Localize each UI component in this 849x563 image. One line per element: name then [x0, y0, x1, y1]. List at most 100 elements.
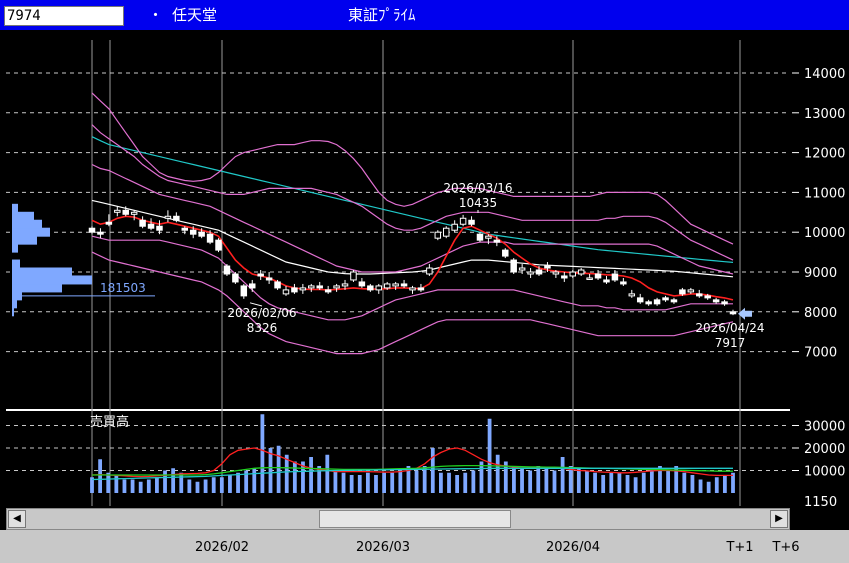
candle-body — [97, 231, 104, 235]
volume-profile-bar — [12, 259, 20, 269]
x-tick-label: T+1 — [726, 540, 754, 555]
volume-bar — [187, 479, 192, 493]
bollinger-bands — [91, 92, 734, 355]
volume-bar — [430, 448, 435, 493]
candle-body — [198, 231, 205, 237]
volume-ma-red-line — [91, 447, 733, 478]
candle-body — [721, 301, 728, 305]
candle-body — [156, 225, 163, 231]
volume-bar — [349, 475, 354, 493]
volume-tick-label: 20000 — [804, 442, 845, 457]
volume-bar — [390, 472, 395, 493]
candle-body — [350, 271, 357, 281]
candle-body — [569, 271, 576, 277]
volume-bar — [422, 466, 427, 493]
price-tick-label: 7000 — [804, 346, 837, 361]
stock-code-field[interactable]: 7974 — [4, 6, 124, 26]
volume-bar — [520, 468, 524, 493]
candle-body — [232, 273, 239, 283]
volume-bar — [495, 454, 500, 493]
volume-bar — [309, 457, 313, 493]
volume-bar — [325, 454, 330, 493]
volume-bar — [706, 481, 711, 493]
volume-bar — [252, 468, 257, 493]
candle-body — [400, 283, 408, 287]
candle-body — [485, 235, 492, 239]
volume-bar — [617, 472, 622, 493]
volume-bar — [333, 470, 338, 493]
candle-body — [316, 285, 323, 289]
price-tick-label: 10000 — [804, 226, 845, 241]
volume-bar — [439, 472, 443, 493]
candle-body — [291, 287, 298, 293]
candle-body — [249, 283, 256, 289]
annotation-date: 2026/03/16 — [443, 181, 512, 195]
volume-bar — [487, 418, 492, 493]
volume-profile-bar — [12, 235, 37, 245]
candle-body — [527, 271, 534, 275]
title-bullet: ・ — [148, 6, 164, 24]
candle-body — [518, 267, 526, 271]
volume-bar — [171, 468, 176, 493]
volume-bar — [690, 475, 695, 493]
volume-bar — [365, 472, 370, 493]
scroll-left-button[interactable]: ◀ — [8, 510, 26, 528]
candle-body — [476, 233, 484, 241]
volume-bar — [585, 470, 589, 493]
candle-body — [341, 283, 349, 287]
candle-body — [468, 219, 475, 225]
title-bar: 7974 ・ 任天堂 東証ﾌﾟﾗｲﾑ — [0, 0, 849, 30]
candle-body — [636, 297, 644, 303]
candle-body — [299, 287, 307, 291]
candle-body — [173, 215, 180, 221]
candle-body — [265, 277, 273, 281]
candle-body — [687, 289, 695, 293]
volume-bar — [414, 470, 419, 493]
volume-profile-bar — [12, 219, 42, 229]
volume-bar — [447, 472, 451, 493]
volume-bar — [722, 475, 727, 493]
band-line — [91, 92, 734, 245]
volume-profile-bar — [12, 307, 14, 317]
candle-body — [586, 277, 593, 280]
candle-body — [130, 211, 138, 215]
candle-body — [223, 265, 231, 275]
volume-bar — [641, 472, 646, 493]
volume-bar — [714, 477, 719, 493]
candle-body — [417, 287, 425, 291]
volume-bar — [268, 448, 273, 493]
candle-body — [594, 273, 602, 279]
scroll-thumb[interactable] — [319, 510, 511, 528]
candle-body — [603, 279, 610, 283]
scroll-right-button[interactable]: ▶ — [770, 510, 788, 528]
y-axis: 14000 13000 12000 11000 10000 9000 8000 7000 300… — [90, 67, 845, 508]
volume-bar — [163, 470, 167, 493]
volume-bar — [552, 470, 557, 493]
volume-bar — [512, 466, 516, 493]
candle-body — [105, 221, 113, 225]
candle-body — [510, 259, 517, 273]
horizontal-scrollbar[interactable]: ◀ ▶ — [6, 508, 790, 530]
volume-bar — [260, 414, 265, 493]
x-tick-label: 2026/02 — [194, 540, 250, 555]
volume-bar — [471, 470, 476, 493]
volume-bar — [528, 470, 533, 493]
band-line — [91, 251, 734, 355]
volume-bar — [211, 477, 216, 493]
price-tick-label: 12000 — [804, 147, 845, 162]
volume-bar — [560, 457, 565, 493]
volume-tick-label: 30000 — [804, 420, 845, 435]
candle-body — [383, 283, 391, 289]
candle-body — [712, 299, 720, 303]
volume-bar — [625, 475, 630, 493]
candle-body — [358, 281, 366, 287]
candle-body — [645, 301, 652, 305]
annotation-date: 2026/02/06 — [227, 306, 296, 320]
candle-body — [577, 269, 585, 275]
candle-body — [493, 239, 501, 243]
candle-body — [628, 293, 636, 297]
volume-profile-label: 181503 — [100, 281, 146, 295]
volume-bar — [455, 475, 460, 493]
candle-body — [502, 249, 509, 257]
candle-body — [696, 293, 703, 297]
